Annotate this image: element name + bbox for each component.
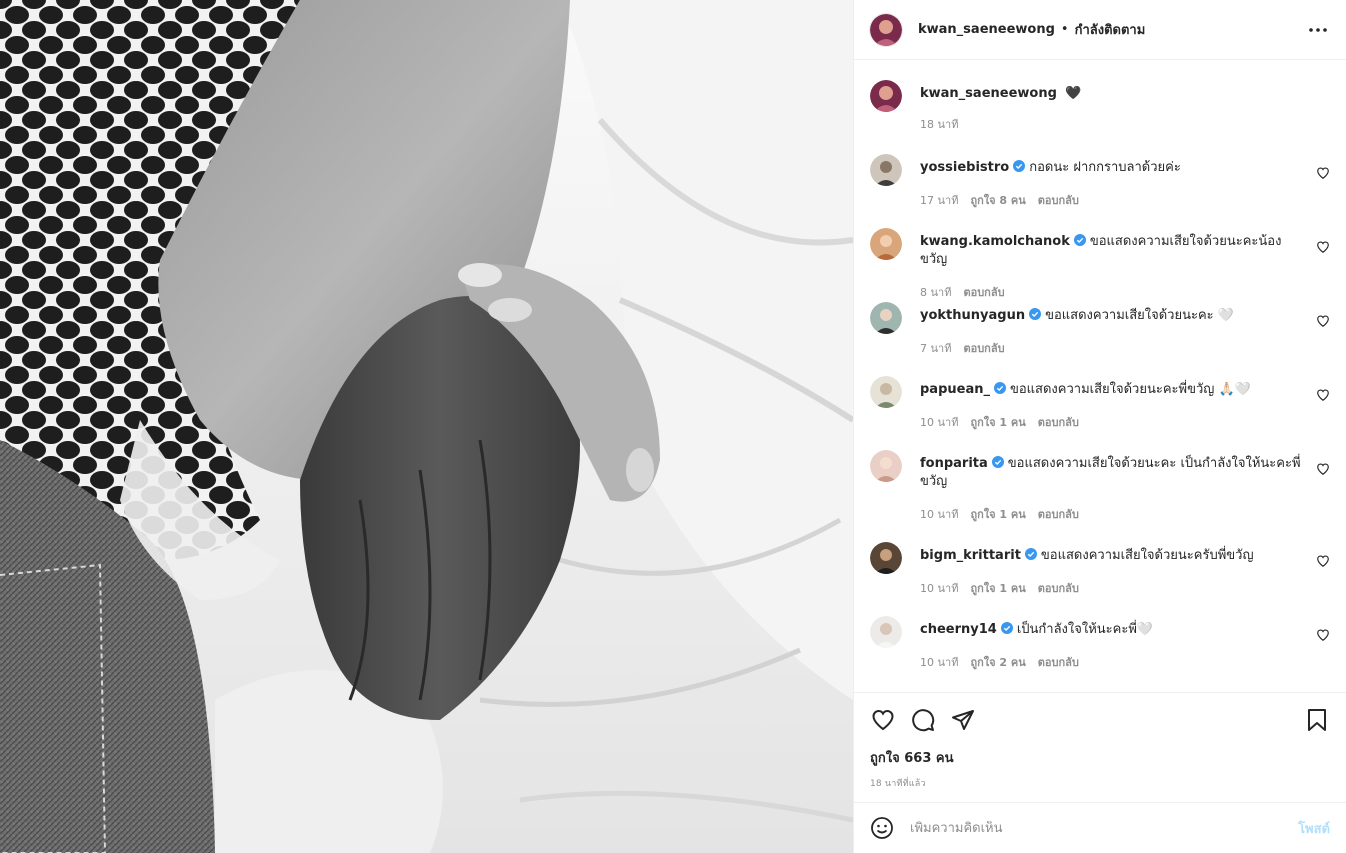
more-options-icon[interactable] [1306, 18, 1330, 42]
post-sidebar: kwan_saeneewong • กำลังติดตาม kwan_saene… [853, 0, 1346, 853]
comment-item: papuean_ ขอแสดงความเสียใจด้วยนะคะพี่ขวัญ … [870, 376, 1330, 450]
comment-item: yossiebistro กอดนะ ฝากกราบลาด้วยค่ะ 17 นา… [870, 154, 1330, 228]
share-icon[interactable] [950, 707, 976, 733]
comment-likes[interactable]: ถูกใจ 1 คน [970, 413, 1025, 431]
reply-button[interactable]: ตอบกลับ [963, 283, 1004, 301]
comment-text: เป็นกำลังใจให้นะคะพี่🤍 [1016, 622, 1154, 637]
post-header: kwan_saeneewong • กำลังติดตาม [854, 0, 1346, 60]
comment-like-heart-icon[interactable] [1316, 166, 1330, 180]
comment-likes[interactable]: ถูกใจ 1 คน [970, 579, 1025, 597]
verified-badge-icon [1013, 160, 1026, 172]
commenter-avatar[interactable] [870, 302, 902, 334]
comment-input[interactable] [910, 820, 1299, 836]
comment-like-heart-icon[interactable] [1316, 554, 1330, 568]
caption-avatar[interactable] [870, 80, 902, 112]
commenter-avatar[interactable] [870, 376, 902, 408]
commenter-avatar[interactable] [870, 154, 902, 186]
comment-item: bigm_krittarit ขอแสดงความเสียใจด้วยนะครับ… [870, 542, 1330, 616]
emoji-icon[interactable] [870, 816, 894, 840]
comments-list[interactable]: kwan_saeneewong 🖤 18 นาที yossiebistro กอ… [854, 60, 1346, 692]
comment-time[interactable]: 10 นาที [920, 413, 958, 431]
caption: kwan_saeneewong 🖤 18 นาที [870, 80, 1330, 154]
comment-like-heart-icon[interactable] [1316, 628, 1330, 642]
author-avatar[interactable] [870, 13, 902, 46]
instagram-post-view: kwan_saeneewong • กำลังติดตาม kwan_saene… [0, 0, 1346, 853]
comment-time[interactable]: 8 นาที [920, 283, 951, 301]
comment-text: ขอแสดงความเสียใจด้วยนะคะพี่ขวัญ 🙏🏻🤍 [1009, 382, 1251, 397]
comment-item: kwang.kamolchanok ขอแสดงความเสียใจด้วยนะค… [870, 228, 1330, 302]
comment-username[interactable]: yokthunyagun [920, 308, 1025, 323]
reply-button[interactable]: ตอบกลับ [1038, 579, 1079, 597]
comment-time[interactable]: 7 นาที [920, 339, 951, 357]
comment-like-heart-icon[interactable] [1316, 240, 1330, 254]
comment-item: cheerny14 เป็นกำลังใจให้นะคะพี่🤍 10 นาที ถ… [870, 616, 1330, 690]
comment-like-heart-icon[interactable] [1316, 388, 1330, 402]
commenter-avatar[interactable] [870, 542, 902, 574]
following-button[interactable]: กำลังติดตาม [1075, 19, 1146, 40]
reply-button[interactable]: ตอบกลับ [1038, 505, 1079, 523]
add-comment-bar: โพสต์ [854, 802, 1346, 853]
verified-badge-icon [1029, 308, 1042, 320]
post-actions: ถูกใจ 663 คน 18 นาทีที่แล้ว [854, 692, 1346, 802]
black-white-hands-photo [0, 0, 853, 853]
comment-text: กอดนะ ฝากกราบลาด้วยค่ะ [1029, 160, 1181, 175]
comment-item: fonparita ขอแสดงความเสียใจด้วยนะคะ เป็นกำ… [870, 450, 1330, 542]
commenter-avatar[interactable] [870, 616, 902, 648]
comment-username[interactable]: yossiebistro [920, 160, 1009, 175]
comment-username[interactable]: fonparita [920, 456, 988, 471]
verified-badge-icon [1000, 622, 1013, 634]
comment-likes[interactable]: ถูกใจ 2 คน [970, 653, 1025, 671]
commenter-avatar[interactable] [870, 450, 902, 482]
comment-likes[interactable]: ถูกใจ 8 คน [970, 191, 1025, 209]
author-username[interactable]: kwan_saeneewong [918, 22, 1055, 37]
comment-time[interactable]: 17 นาที [920, 191, 958, 209]
comment-icon[interactable] [910, 707, 936, 733]
bookmark-icon[interactable] [1304, 707, 1330, 733]
separator-dot: • [1060, 22, 1069, 37]
post-photo[interactable] [0, 0, 853, 853]
verified-badge-icon [1024, 548, 1037, 560]
caption-time[interactable]: 18 นาที [920, 115, 958, 133]
comment-text: ขอแสดงความเสียใจด้วยนะครับพี่ขวัญ [1040, 548, 1254, 563]
verified-badge-icon [1073, 234, 1086, 246]
comment-username[interactable]: cheerny14 [920, 622, 997, 637]
comment-time[interactable]: 10 นาที [920, 653, 958, 671]
comment-like-heart-icon[interactable] [1316, 462, 1330, 476]
reply-button[interactable]: ตอบกลับ [1038, 191, 1079, 209]
comment-time[interactable]: 10 นาที [920, 505, 958, 523]
posted-time[interactable]: 18 นาทีที่แล้ว [870, 776, 1330, 790]
caption-text: 🖤 [1065, 86, 1082, 101]
comment-like-heart-icon[interactable] [1316, 314, 1330, 328]
reply-button[interactable]: ตอบกลับ [1038, 413, 1079, 431]
verified-badge-icon [993, 382, 1006, 394]
verified-badge-icon [991, 456, 1004, 468]
reply-button[interactable]: ตอบกลับ [1038, 653, 1079, 671]
comment-text: ขอแสดงความเสียใจด้วยนะคะ 🤍 [1045, 308, 1234, 323]
caption-username[interactable]: kwan_saeneewong [920, 86, 1057, 101]
commenter-avatar[interactable] [870, 228, 902, 260]
comment-item: yokthunyagun ขอแสดงความเสียใจด้วยนะคะ 🤍 7… [870, 302, 1330, 376]
comment-username[interactable]: kwang.kamolchanok [920, 234, 1070, 249]
comment-likes[interactable]: ถูกใจ 1 คน [970, 505, 1025, 523]
comment-time[interactable]: 10 นาที [920, 579, 958, 597]
comment-username[interactable]: bigm_krittarit [920, 548, 1021, 563]
post-comment-button[interactable]: โพสต์ [1298, 818, 1330, 839]
comment-username[interactable]: papuean_ [920, 382, 990, 397]
reply-button[interactable]: ตอบกลับ [963, 339, 1004, 357]
likes-count[interactable]: ถูกใจ 663 คน [870, 747, 1330, 768]
heart-icon[interactable] [870, 707, 896, 733]
